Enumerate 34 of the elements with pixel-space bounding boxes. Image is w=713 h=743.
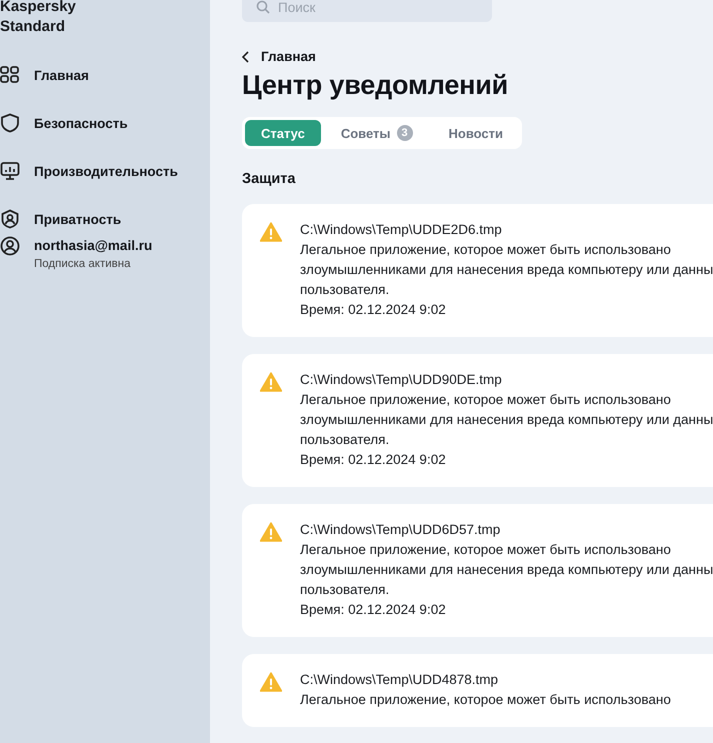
page-title: Центр уведомлений — [242, 70, 510, 101]
sidebar-item[interactable]: Главная — [0, 51, 210, 99]
search-icon — [256, 0, 270, 14]
back-link[interactable]: Главная — [242, 49, 316, 64]
file-path: C:\Windows\Temp\UDD4878.tmp — [300, 671, 500, 689]
section-heading: Защита — [242, 171, 296, 187]
monitor-icon — [0, 161, 20, 181]
notification-description: Легальное приложение, которое может быть использовано злоумышленниками для нанесения вреда компьютеру или данны пользователя. — [300, 391, 713, 449]
warning-icon — [260, 522, 282, 542]
notification-description: Легальное приложение, которое может быть использовано злоумышленниками для нанесения вреда компьютеру или данны пользователя. — [300, 241, 713, 299]
app-title: Kaspersky Standard — [0, 0, 77, 37]
notification-description: Легальное приложение, которое может быть использовано — [300, 691, 671, 709]
subscription-status: Подписка активна — [34, 257, 130, 272]
user-icon[interactable] — [0, 236, 20, 256]
privacy-icon — [0, 209, 20, 229]
file-path: C:\Windows\Temp\UDD90DE.tmp — [300, 371, 503, 389]
sidebar-item[interactable]: Производительность — [0, 147, 210, 195]
notification-description: Легальное приложение, которое может быть использовано злоумышленниками для нанесения вреда компьютеру или данны пользователя. — [300, 541, 713, 599]
warning-icon — [260, 672, 282, 692]
sidebar-item[interactable]: Безопасность — [0, 99, 210, 147]
warning-icon — [260, 372, 282, 392]
tab[interactable]: Советы 3 — [324, 120, 428, 146]
tab[interactable]: Новости — [432, 120, 520, 146]
file-path: C:\Windows\Temp\UDDE2D6.tmp — [300, 221, 503, 239]
file-path: C:\Windows\Temp\UDD6D57.tmp — [300, 521, 502, 539]
warning-icon — [260, 222, 282, 242]
notification-time: Время: 02.12.2024 9:02 — [300, 601, 447, 619]
notification-time: Время: 02.12.2024 9:02 — [300, 301, 447, 319]
shield-icon — [0, 113, 20, 133]
account-email[interactable]: northasia@mail.ru — [34, 237, 152, 255]
notification-time: Время: 02.12.2024 9:02 — [300, 451, 447, 469]
grid-icon — [0, 65, 20, 85]
count-badge: 3 — [396, 125, 412, 141]
chevron-left-icon — [242, 50, 249, 62]
